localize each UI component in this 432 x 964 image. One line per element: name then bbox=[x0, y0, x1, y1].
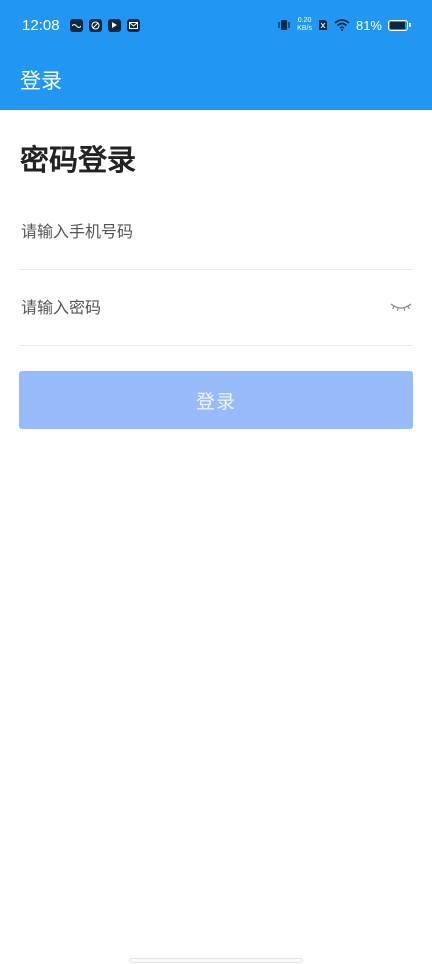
home-indicator[interactable] bbox=[129, 958, 303, 963]
wifi-icon bbox=[334, 16, 350, 35]
password-input[interactable] bbox=[19, 298, 413, 317]
network-speed-value: 0.20 bbox=[297, 17, 312, 24]
vibrate-icon bbox=[277, 16, 291, 35]
login-button[interactable]: 登录 bbox=[19, 371, 413, 429]
mail-icon bbox=[126, 18, 140, 32]
status-left: 12:08 bbox=[22, 17, 140, 34]
battery-level bbox=[390, 21, 405, 29]
notification-app-icon bbox=[69, 18, 83, 32]
password-field bbox=[19, 270, 413, 346]
app-bar-title: 登录 bbox=[20, 69, 62, 93]
battery-icon bbox=[388, 19, 411, 31]
sim-off-icon bbox=[318, 16, 328, 35]
page-title: 密码登录 bbox=[20, 143, 137, 177]
status-right: 0.20 KB/s 81% bbox=[277, 16, 412, 35]
eye-closed-icon[interactable] bbox=[390, 300, 412, 314]
phone-input[interactable] bbox=[19, 222, 413, 241]
phone-field bbox=[19, 194, 413, 270]
status-bar: 12:08 0.20 KB/s 81% bbox=[0, 0, 432, 50]
app-bar: 登录 bbox=[0, 50, 432, 110]
network-speed-unit: KB/s bbox=[297, 25, 312, 32]
status-time: 12:08 bbox=[22, 16, 60, 34]
notification-app-icon bbox=[107, 18, 121, 32]
battery-percent: 81% bbox=[355, 17, 382, 33]
notification-app-icon bbox=[88, 18, 102, 32]
network-speed: 0.20 KB/s bbox=[297, 17, 312, 33]
